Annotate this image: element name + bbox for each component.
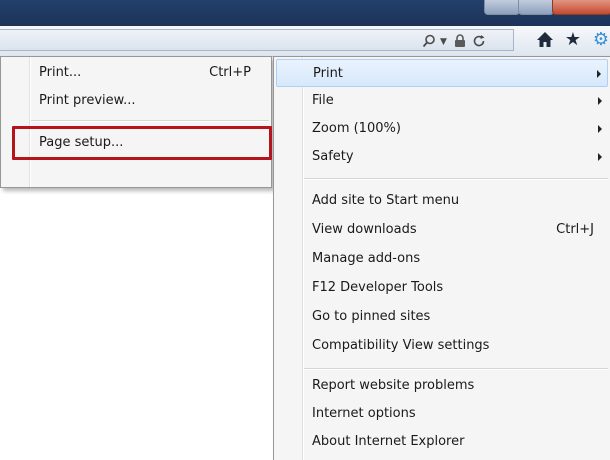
menu-item-manage-add-ons[interactable]: Manage add-ons [276, 245, 608, 273]
print-submenu: Print... Ctrl+P Print preview... Page se… [0, 56, 272, 188]
menu-item-internet-options[interactable]: Internet options [276, 400, 608, 428]
minimize-button[interactable] [484, 0, 520, 15]
submenu-arrow-icon [598, 97, 602, 105]
menu-item-print-dialog[interactable]: Print... Ctrl+P [3, 59, 269, 87]
menu-item-shortcut: Ctrl+P [209, 65, 251, 80]
menu-item-view-downloads[interactable]: View downloads Ctrl+J [276, 216, 608, 244]
menu-item-safety[interactable]: Safety [276, 143, 608, 171]
highlight-annotation-box [12, 126, 272, 160]
home-icon[interactable] [532, 28, 558, 52]
tools-menu: Print File Zoom (100%) Safety Add site t… [273, 56, 610, 460]
menu-item-label: View downloads [312, 222, 417, 237]
menu-item-label: About Internet Explorer [312, 434, 465, 449]
menu-item-report-website-problems[interactable]: Report website problems [276, 372, 608, 400]
menu-item-go-to-pinned-sites[interactable]: Go to pinned sites [276, 303, 608, 331]
address-bar[interactable]: ▼ [0, 29, 514, 51]
menu-item-zoom[interactable]: Zoom (100%) [276, 115, 608, 143]
menu-separator [31, 120, 269, 122]
menu-item-label: Print... [39, 65, 82, 80]
menu-item-shortcut: Ctrl+J [556, 222, 594, 237]
menu-item-label: Manage add-ons [312, 251, 421, 266]
menu-item-label: Add site to Start menu [312, 193, 460, 208]
menu-item-label: Report website problems [312, 378, 475, 393]
menu-item-label: File [312, 93, 334, 108]
menu-item-about-internet-explorer[interactable]: About Internet Explorer [276, 428, 608, 456]
menu-item-label: Zoom (100%) [312, 121, 401, 136]
menu-item-label: Go to pinned sites [312, 309, 431, 324]
menu-item-add-site-to-start-menu[interactable]: Add site to Start menu [276, 187, 608, 215]
menu-item-label: Safety [312, 149, 354, 164]
menu-item-label: Internet options [312, 406, 416, 421]
maximize-button[interactable] [518, 0, 554, 15]
menu-item-print-preview[interactable]: Print preview... [3, 87, 269, 115]
submenu-arrow-icon [597, 70, 601, 78]
dropdown-arrow-icon[interactable]: ▼ [440, 34, 447, 50]
lock-icon[interactable] [454, 34, 466, 50]
menu-item-compatibility-view-settings[interactable]: Compatibility View settings [276, 332, 608, 360]
refresh-icon[interactable] [472, 34, 486, 50]
menu-item-file[interactable]: File [276, 87, 608, 115]
search-icon[interactable] [422, 34, 436, 50]
menu-item-print[interactable]: Print [276, 59, 608, 87]
menu-separator [304, 368, 608, 370]
menu-item-f12-developer-tools[interactable]: F12 Developer Tools [276, 274, 608, 302]
gear-icon[interactable]: ⚙ [588, 28, 610, 52]
submenu-arrow-icon [598, 153, 602, 161]
menu-item-label: F12 Developer Tools [312, 280, 444, 295]
browser-toolbar: ▼ ★ ⚙ [0, 26, 610, 57]
menu-item-label: Print preview... [39, 93, 136, 108]
menu-item-label: Compatibility View settings [312, 338, 490, 353]
submenu-arrow-icon [598, 125, 602, 133]
window-titlebar [0, 0, 610, 26]
menu-item-label: Print [313, 66, 343, 81]
star-icon[interactable]: ★ [560, 28, 586, 52]
menu-separator [304, 178, 608, 180]
close-button[interactable] [552, 0, 610, 15]
